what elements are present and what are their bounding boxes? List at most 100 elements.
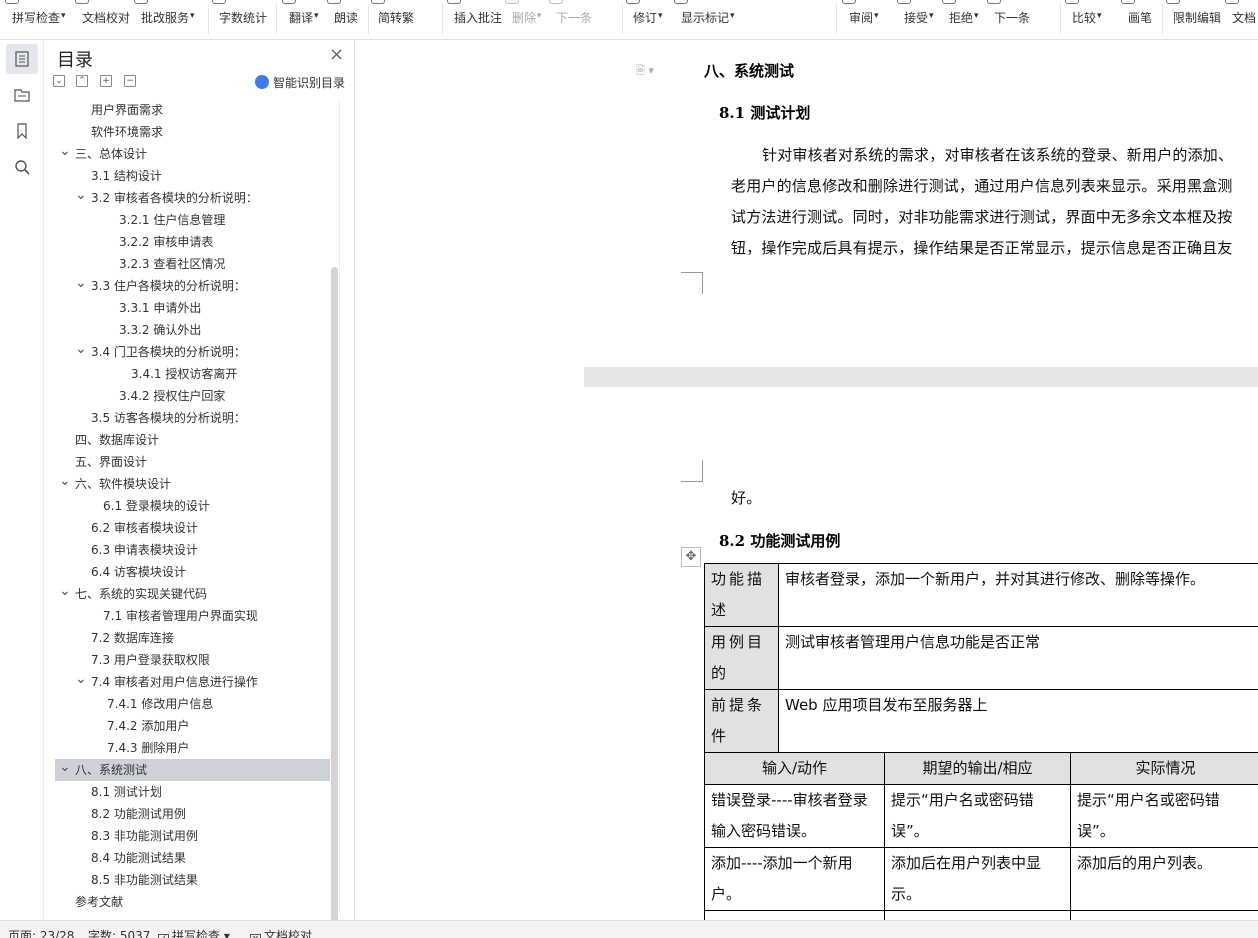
toc-item[interactable]: 3.3.2 确认外出 (55, 319, 330, 341)
ribbon-button-label: 删除 (512, 11, 537, 25)
paragraph-line: 试方法进行测试。同时，对非功能需求进行测试，界面中无多余文本框及按 (731, 208, 1233, 226)
table-cell[interactable]: 测试审核者管理用户信息功能是否正常 (777, 626, 1258, 690)
toc-item[interactable]: ⌄ 六、软件模块设计 (55, 473, 330, 495)
chevron-down-icon[interactable]: ⌄ (75, 668, 87, 690)
table-cell[interactable]: 添加后在用户列表中显示。 (884, 847, 1071, 911)
toc-item[interactable]: 3.5 访客各模块的分析说明： (55, 407, 330, 429)
ribbon-separator (442, 4, 443, 34)
toc-item[interactable]: 7.3 用户登录获取权限 (55, 649, 330, 671)
toc-item[interactable]: ⌄ 七、系统的实现关键代码 (55, 583, 330, 605)
toc-item[interactable]: 6.1 登录模块的设计 (55, 495, 330, 517)
bookmark-button[interactable] (6, 116, 38, 146)
remove-heading-icon[interactable]: − (124, 75, 136, 87)
chevron-down-icon[interactable]: ⌄ (59, 580, 71, 602)
table-cell[interactable]: 功能描述 (704, 563, 779, 627)
add-heading-icon[interactable]: + (100, 75, 112, 87)
smart-toc-button[interactable]: 智能识别目录 (255, 74, 345, 91)
toc-item[interactable]: 3.4.1 授权访客离开 (55, 363, 330, 385)
toc-item[interactable]: 3.1 结构设计 (55, 165, 330, 187)
document-area[interactable]: 🗎 ▾ 八、系统测试 8.1 测试计划 针对审核者对系统的需求，对审核者在该系统… (356, 40, 1258, 920)
table-header-row: 输入/动作 期望的输出/相应 实际情况 (704, 752, 1258, 785)
chevron-down-icon[interactable]: ⌄ (75, 272, 87, 294)
ribbon-button-label: 下一条 (556, 11, 593, 25)
paragraph-menu-icon[interactable]: 🗎 ▾ (636, 62, 654, 81)
chevron-down-icon[interactable]: ⌄ (59, 756, 71, 778)
toc-item[interactable]: 8.2 功能测试用例 (55, 803, 330, 825)
toc-item[interactable]: 7.4.3 删除用户 (55, 737, 330, 759)
page-24[interactable]: 好。 8.2 功能测试用例 ✥ 功能描述 审核者登录，添加一个新用户，并对其进行… (584, 387, 1258, 920)
toc-item[interactable]: 软件环境需求 (55, 121, 330, 143)
toc-item[interactable]: 7.4.2 添加用户 (55, 715, 330, 737)
table-cell[interactable]: Web 应用项目发布至服务器上 (777, 689, 1258, 753)
toc-item[interactable]: 8.5 非功能测试结果 (55, 869, 330, 891)
table-header-cell[interactable]: 输入/动作 (704, 752, 885, 785)
ribbon-tool-icon (505, 0, 519, 4)
toc-item[interactable]: 3.2.2 审核申请表 (55, 231, 330, 253)
toc-item[interactable]: 3.3.1 申请外出 (55, 297, 330, 319)
toc-item[interactable]: 6.3 申请表模块设计 (55, 539, 330, 561)
toc-item[interactable]: 8.4 功能测试结果 (55, 847, 330, 869)
table-cell[interactable]: 错误登录----审核者登录输入密码错误。 (704, 784, 885, 848)
table-header-cell[interactable]: 实际情况 (1069, 752, 1258, 785)
chevron-down-icon[interactable]: ⌄ (75, 338, 87, 360)
toc-item[interactable]: 3.2.1 住户信息管理 (55, 209, 330, 231)
table-cell[interactable]: 前提条件 (704, 689, 779, 753)
proofread-toggle[interactable]: ×文档校对 (250, 927, 312, 938)
table-cell[interactable] (704, 910, 885, 920)
table-cell[interactable]: 提示“用户名或密码错误”。 (884, 784, 1071, 848)
toc-item[interactable]: ⌄ 7.4 审核者对用户信息进行操作 (55, 671, 330, 693)
toc-item[interactable]: ⌄ 3.2 审核者各模块的分析说明： (55, 187, 330, 209)
expand-up-icon[interactable]: ⌃ (76, 75, 88, 87)
table-row: 错误登录----审核者登录输入密码错误。 提示“用户名或密码错误”。 提示“用户… (704, 784, 1258, 848)
toc-item-label: 六、软件模块设计 (75, 477, 172, 491)
table-cell[interactable]: 用例目的 (704, 626, 779, 690)
chevron-down-icon: ▾ (537, 11, 542, 21)
search-button[interactable] (6, 152, 38, 182)
toc-scrollbar[interactable] (331, 267, 338, 938)
table-header-cell[interactable]: 期望的输出/相应 (884, 752, 1071, 785)
table-cell[interactable]: 提示“用户名或密码错误”。 (1069, 784, 1258, 848)
toc-item[interactable]: ⌄ 3.3 住户各模块的分析说明： (55, 275, 330, 297)
chapter-nav-button[interactable] (6, 80, 38, 110)
word-count[interactable]: 字数: 5037 (88, 927, 150, 938)
toc-item[interactable]: 7.2 数据库连接 (55, 627, 330, 649)
chevron-down-icon[interactable]: ⌄ (75, 184, 87, 206)
ribbon-button-label: 限制编辑 (1173, 11, 1222, 25)
toc-item[interactable]: 四、数据库设计 (55, 429, 330, 451)
page-indicator[interactable]: 页面: 23/28 (8, 927, 74, 938)
toc-item[interactable]: 8.3 非功能测试用例 (55, 825, 330, 847)
toc-item[interactable]: 五、界面设计 (55, 451, 330, 473)
table-move-icon[interactable]: ✥ (681, 547, 701, 567)
toc-item[interactable]: 8.1 测试计划 (55, 781, 330, 803)
toc-item[interactable]: 3.2.3 查看社区情况 (55, 253, 330, 275)
table-cell[interactable] (884, 910, 1071, 920)
toc-panel-button[interactable] (6, 44, 38, 74)
ribbon-tool-icon (371, 0, 385, 4)
ribbon-tool-icon (842, 0, 856, 4)
table-cell[interactable]: 审核者登录，添加一个新用户，并对其进行修改、删除等操作。 (777, 563, 1258, 627)
toc-item[interactable]: 3.4.2 授权住户回家 (55, 385, 330, 407)
toc-item-label: 五、界面设计 (75, 455, 148, 469)
toc-item[interactable]: ⌄ 3.4 门卫各模块的分析说明： (55, 341, 330, 363)
page-23[interactable]: 🗎 ▾ 八、系统测试 8.1 测试计划 针对审核者对系统的需求，对审核者在该系统… (584, 40, 1258, 367)
table-cell[interactable] (1069, 910, 1258, 920)
chevron-down-icon[interactable]: ⌄ (59, 140, 71, 162)
toc-item[interactable]: ⌄ 三、总体设计 (55, 143, 330, 165)
collapse-all-icon[interactable]: ⌄ (53, 75, 65, 87)
toc-item[interactable]: 7.1 审核者管理用户界面实现 (55, 605, 330, 627)
table-cell[interactable]: 添加后的用户列表。 (1069, 847, 1258, 911)
heading-functional-test-cases: 8.2 功能测试用例 (719, 532, 841, 550)
toc-item[interactable]: 7.4.1 修改用户信息 (55, 693, 330, 715)
close-icon[interactable]: × (329, 46, 344, 64)
toc-item[interactable]: 6.4 访客模块设计 (55, 561, 330, 583)
toc-item[interactable]: ⌄ 八、系统测试 (55, 759, 330, 781)
chevron-down-icon[interactable]: ⌄ (59, 470, 71, 492)
toc-item[interactable]: 用户界面需求 (55, 99, 330, 121)
toc-item[interactable]: 6.2 审核者模块设计 (55, 517, 330, 539)
toc-item[interactable]: 参考文献 (55, 891, 330, 913)
chevron-down-icon: ▾ (974, 11, 979, 21)
spell-check-toggle[interactable]: ✓拼写检查 ▾ (158, 927, 230, 938)
ribbon-button-label: 画笔 (1128, 11, 1153, 25)
table-cell[interactable]: 添加----添加一个新用户。 (704, 847, 885, 911)
ribbon-tool-icon (1121, 0, 1135, 4)
